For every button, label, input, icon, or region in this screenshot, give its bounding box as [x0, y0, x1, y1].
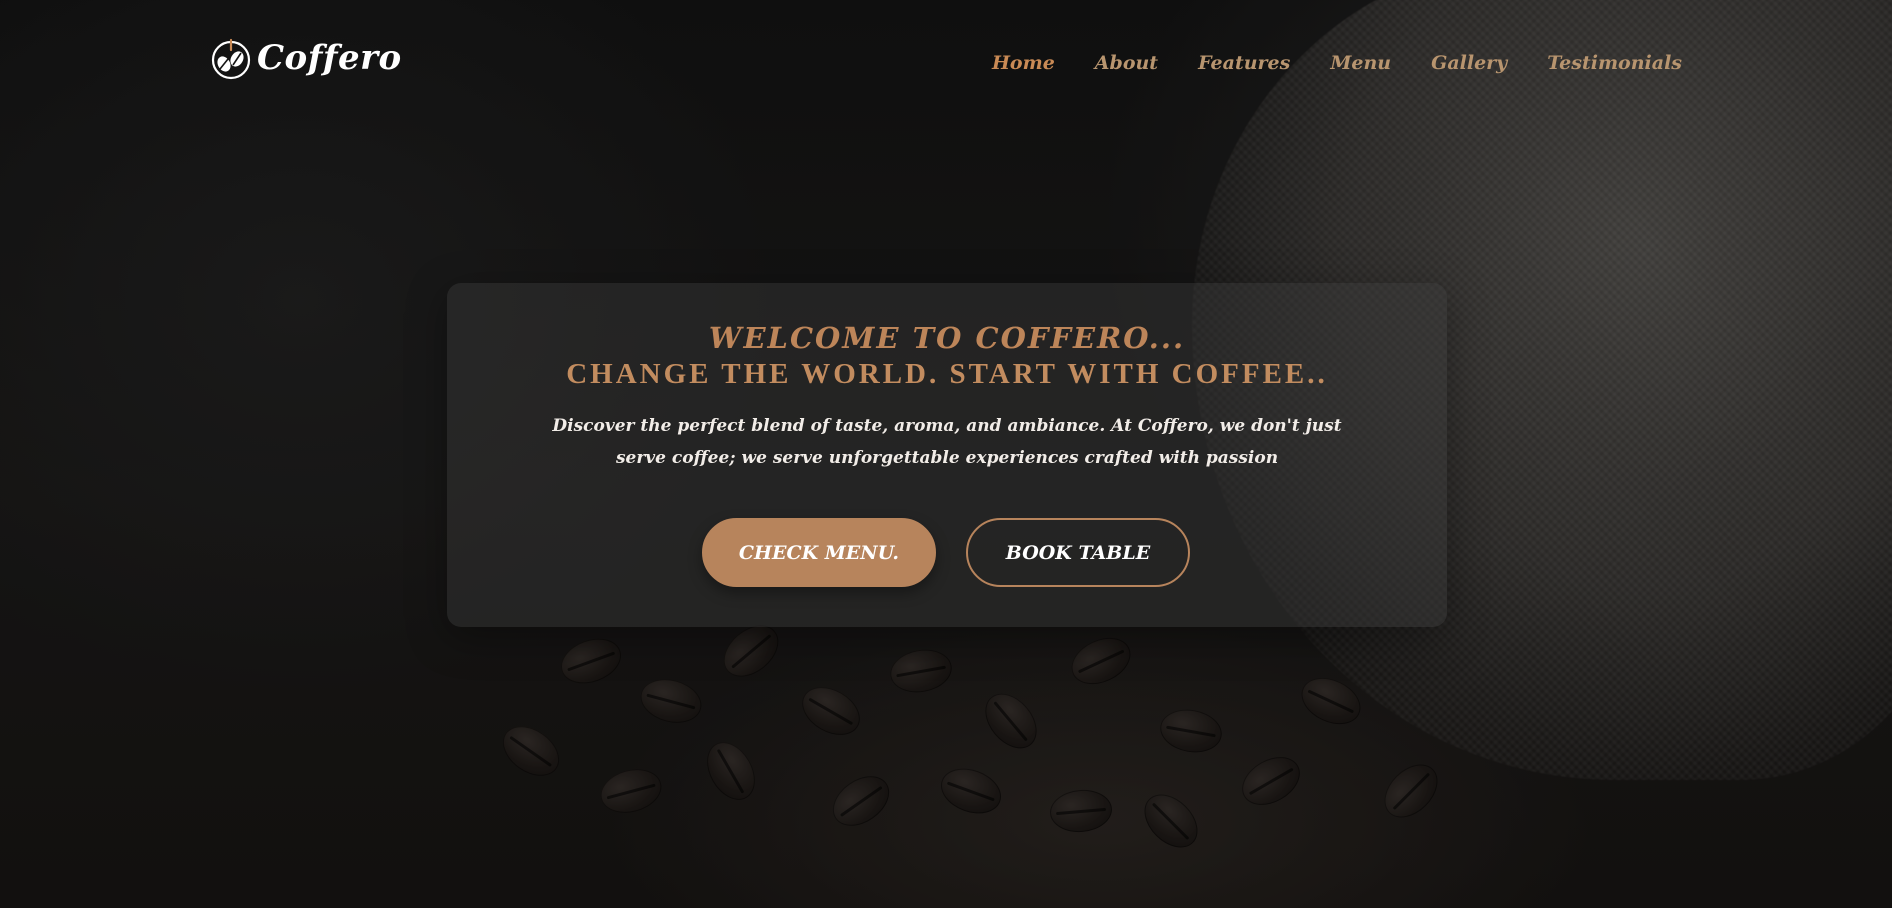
nav-item-testimonials[interactable]: Testimonials — [1547, 52, 1682, 74]
hero-description: Discover the perfect blend of taste, aro… — [552, 415, 1342, 468]
coffee-beans-icon — [211, 38, 251, 80]
nav-item-home[interactable]: Home — [992, 52, 1055, 74]
nav-item-features[interactable]: Features — [1198, 52, 1290, 74]
hero-section: Coffero Home About Features Menu Gallery… — [0, 0, 1892, 908]
main-nav: Home About Features Menu Gallery Testimo… — [992, 52, 1682, 74]
site-header: Coffero Home About Features Menu Gallery… — [0, 0, 1892, 130]
hero-buttons: CHECK MENU. BOOK TABLE — [447, 518, 1447, 587]
book-table-button[interactable]: BOOK TABLE — [966, 518, 1190, 587]
tagline-heading: CHANGE THE WORLD. START WITH COFFEE.. — [566, 357, 1328, 390]
hero-card: WELCOME TO COFFERO... CHANGE THE WORLD. … — [447, 283, 1447, 627]
nav-item-menu[interactable]: Menu — [1330, 52, 1391, 74]
nav-item-gallery[interactable]: Gallery — [1431, 52, 1507, 74]
brand-name: Coffero — [257, 38, 402, 78]
brand-logo[interactable]: Coffero — [211, 36, 402, 80]
welcome-heading: WELCOME TO COFFERO... — [708, 321, 1186, 355]
check-menu-button[interactable]: CHECK MENU. — [702, 518, 936, 587]
nav-item-about[interactable]: About — [1095, 52, 1158, 74]
